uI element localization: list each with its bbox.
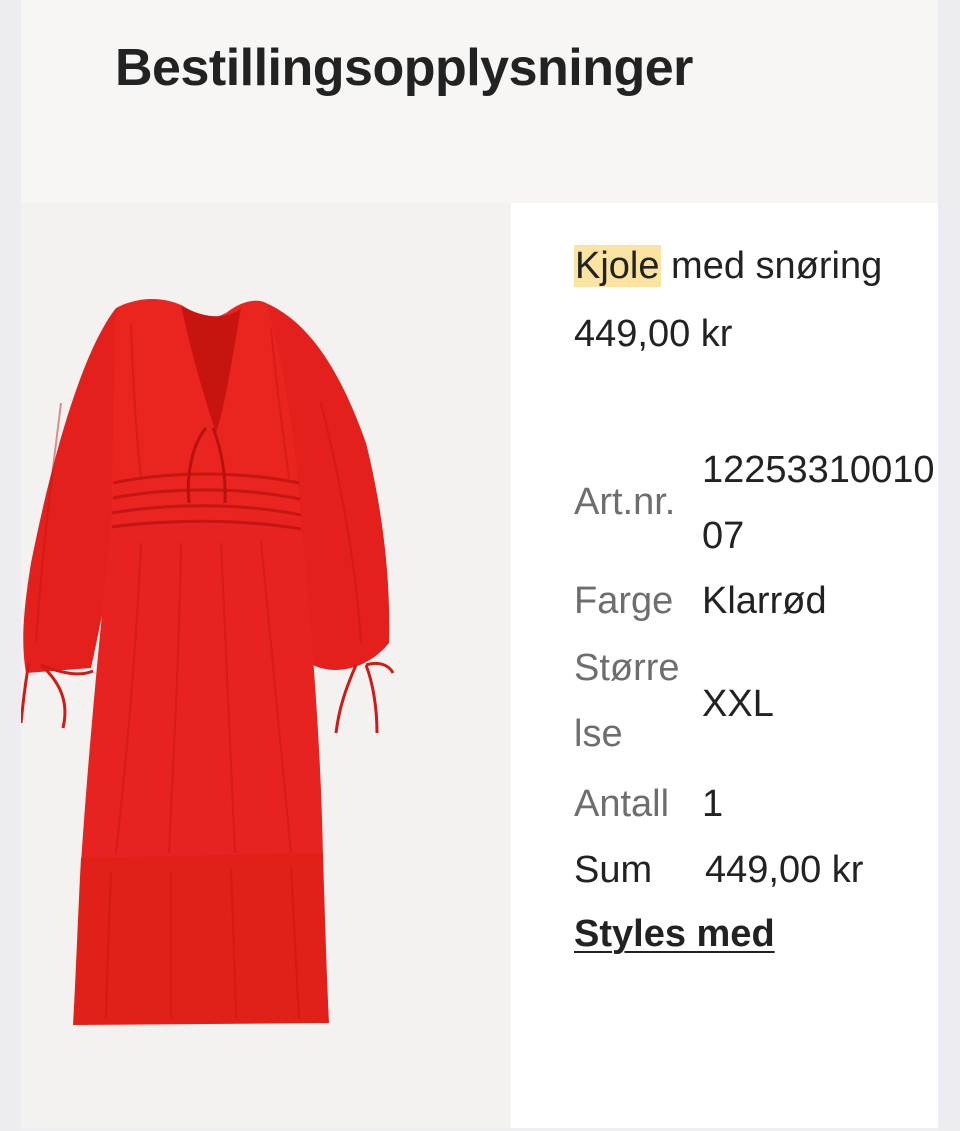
red-dress-image xyxy=(21,299,395,1025)
quantity-label: Antall xyxy=(574,783,670,825)
art-number-label: Art.nr. xyxy=(574,481,676,523)
product-name[interactable]: Kjole med snøring xyxy=(574,245,882,288)
order-item-card: Kjole med snøring 449,00 kr Art.nr. 1225… xyxy=(21,203,938,1128)
left-gutter xyxy=(0,0,21,1131)
color-label: Farge xyxy=(574,580,674,622)
size-label: Størrelse xyxy=(574,647,680,755)
sum-label: Sum xyxy=(574,849,653,891)
size-value: XXL xyxy=(702,683,774,725)
search-highlight: Kjole xyxy=(574,245,661,287)
product-price: 449,00 kr xyxy=(574,313,733,355)
art-number-value: 1225331001007 xyxy=(702,449,935,557)
quantity-value: 1 xyxy=(702,783,724,825)
order-details-header: Bestillingsopplysninger xyxy=(21,0,938,203)
styles-with-link[interactable]: Styles med xyxy=(574,913,775,956)
product-info: Kjole med snøring 449,00 kr Art.nr. 1225… xyxy=(574,203,938,1128)
page-title: Bestillingsopplysninger xyxy=(115,39,693,97)
product-name-rest: med snøring xyxy=(660,245,883,287)
sum-value: 449,00 kr xyxy=(705,849,864,891)
product-image[interactable] xyxy=(21,203,511,1128)
color-value: Klarrød xyxy=(702,580,827,622)
